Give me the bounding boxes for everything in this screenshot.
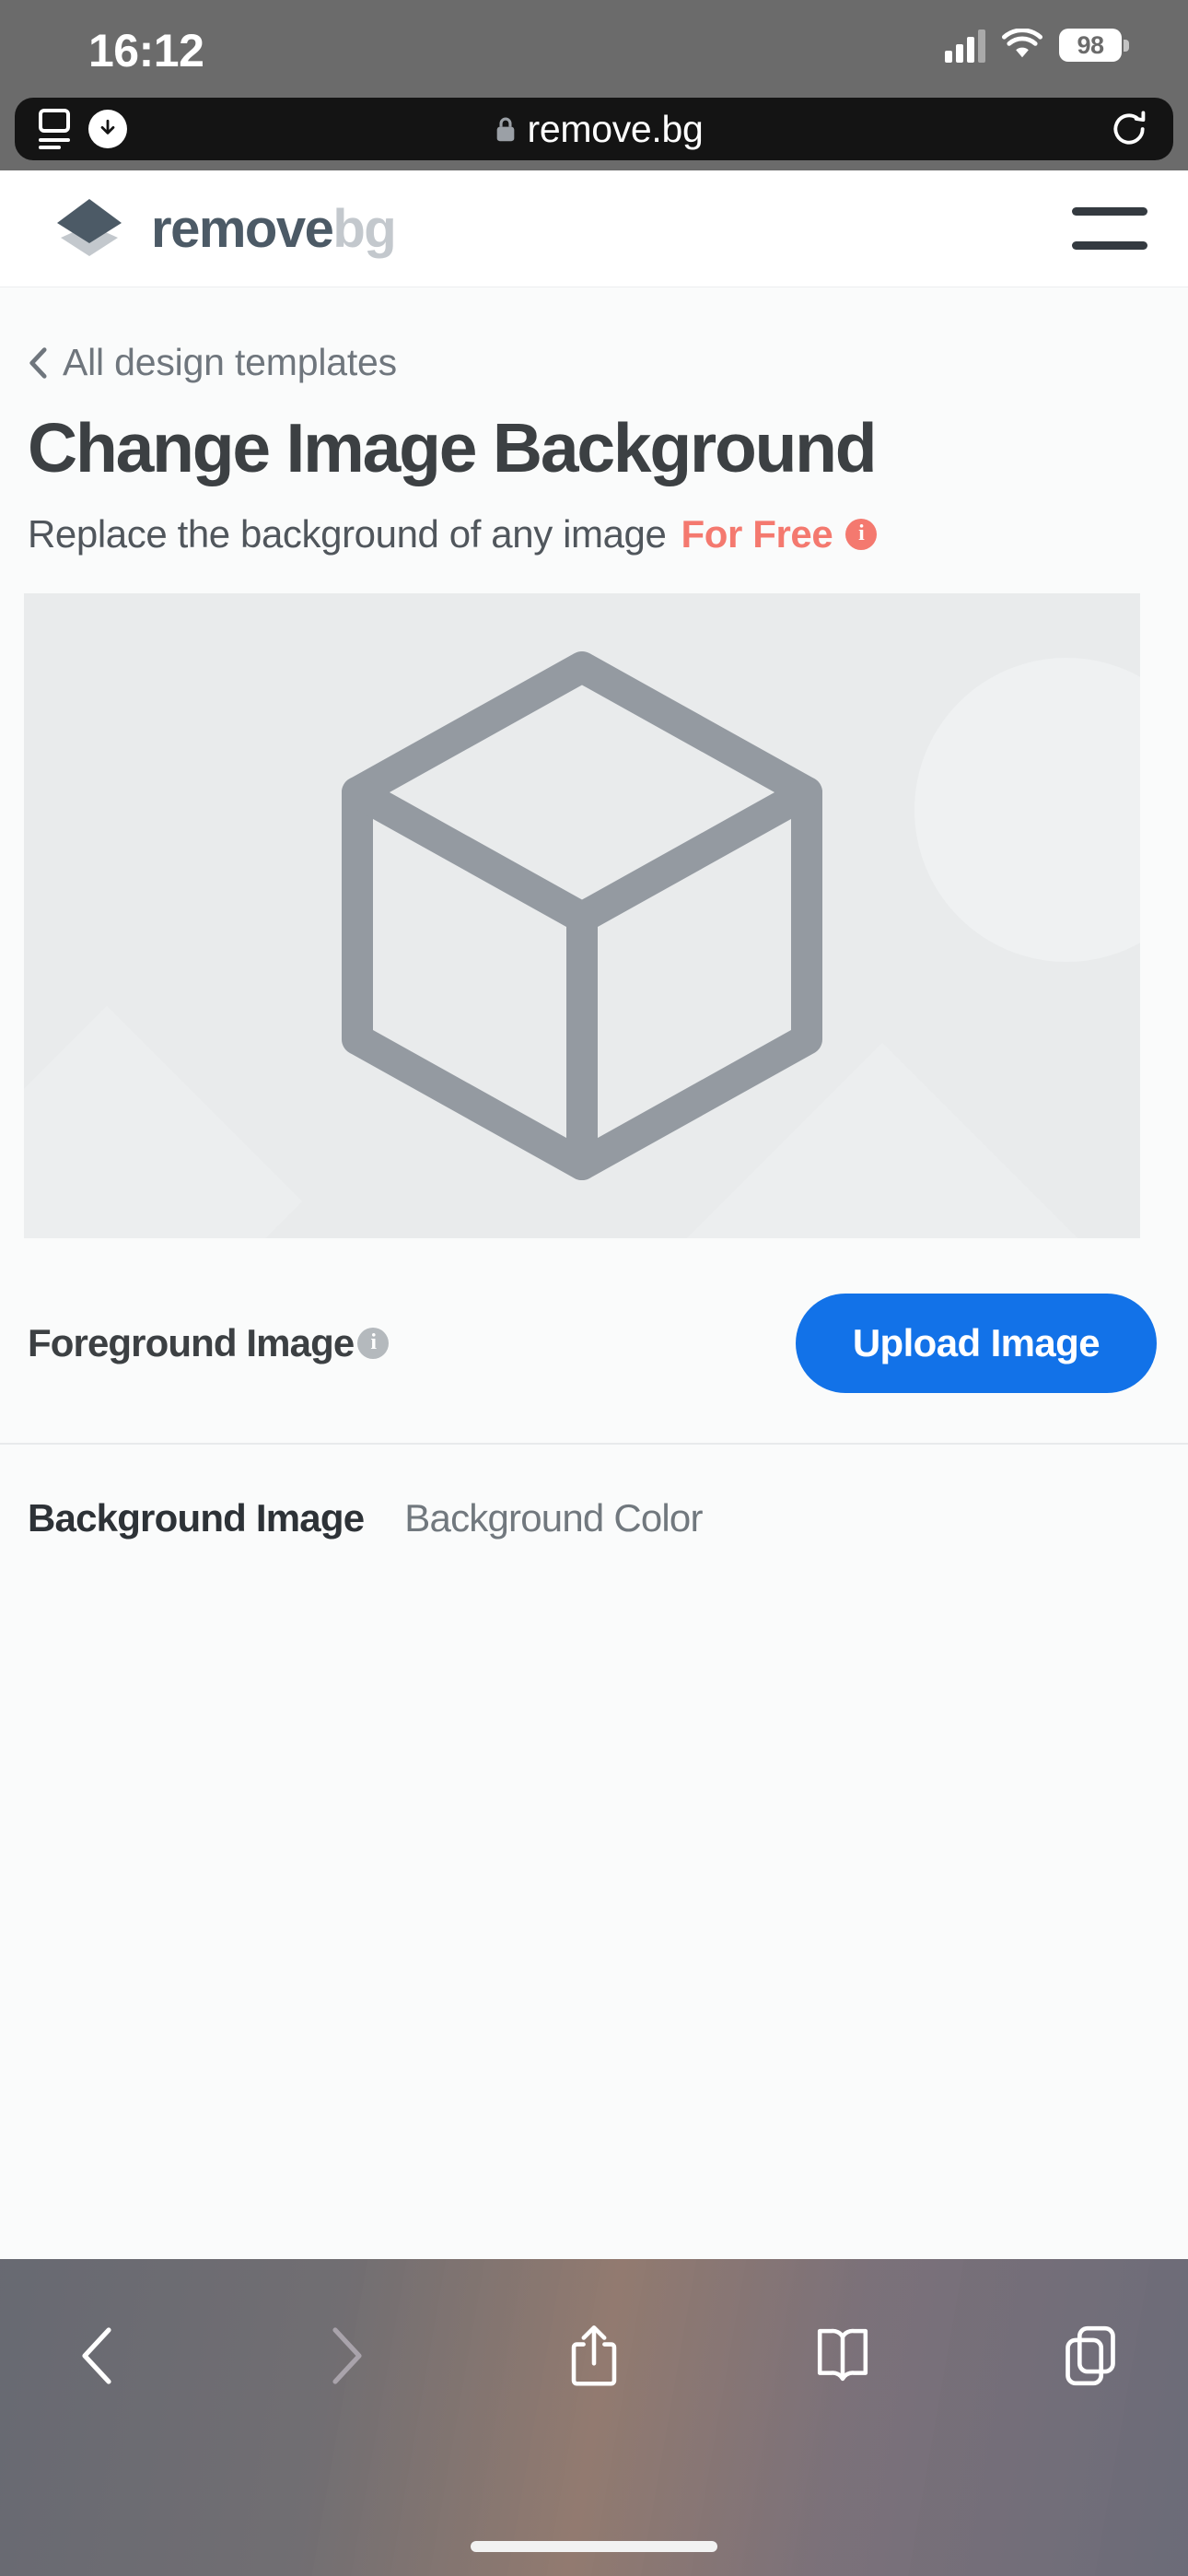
foreground-image-row: Foreground Image i Upload Image: [0, 1237, 1188, 1443]
tab-background-image[interactable]: Background Image: [28, 1496, 365, 1540]
status-bar: 16:12 98: [0, 0, 1188, 92]
reload-icon[interactable]: [1109, 109, 1149, 149]
wifi-icon: [1002, 29, 1042, 58]
page-title: Change Image Background: [28, 409, 878, 486]
tabs-icon: [1066, 2325, 1115, 2386]
book-icon: [817, 2328, 868, 2382]
free-badge: For Free: [681, 511, 833, 556]
info-icon[interactable]: i: [357, 1327, 390, 1359]
breadcrumb-label: All design templates: [63, 341, 397, 383]
layers-diamond-logo: [57, 199, 122, 256]
brand-primary: remove: [151, 198, 334, 259]
tab-background-color[interactable]: Background Color: [404, 1496, 703, 1540]
tabs-button[interactable]: [1048, 2313, 1133, 2398]
toolbar-buttons: [0, 2259, 1188, 2453]
chevron-right-icon: [332, 2327, 362, 2384]
share-button[interactable]: [552, 2313, 636, 2398]
cube-placeholder-icon: [342, 650, 822, 1180]
page-content: All design templates Change Image Backgr…: [0, 287, 1188, 2259]
chevron-left-icon: [82, 2327, 111, 2384]
info-icon[interactable]: i: [845, 518, 878, 550]
bookmarks-button[interactable]: [800, 2313, 885, 2398]
browser-bottom-toolbar: [0, 2259, 1188, 2576]
subtitle-text: Replace the background of any image: [28, 511, 667, 556]
battery-level: 98: [1077, 30, 1104, 59]
forward-button[interactable]: [304, 2313, 389, 2398]
url-display[interactable]: remove.bg: [90, 108, 1109, 151]
home-indicator: [471, 2541, 717, 2552]
image-preview-area[interactable]: [24, 592, 1140, 1238]
reader-view-icon[interactable]: [35, 109, 74, 149]
browser-chrome: 16:12 98 remove.bg: [0, 0, 1188, 170]
status-bar-time: 16:12: [88, 25, 204, 76]
cellular-bars-icon: [945, 28, 985, 63]
battery-icon: 98: [1059, 29, 1129, 62]
page-subtitle: Replace the background of any image For …: [28, 512, 1160, 556]
foreground-label-text: Foreground Image: [28, 1320, 355, 1364]
lock-icon: [497, 117, 515, 142]
breadcrumb[interactable]: All design templates: [28, 341, 1160, 384]
chevron-left-icon: [29, 346, 47, 379]
back-button[interactable]: [55, 2313, 140, 2398]
site-header: removebg: [0, 170, 1188, 287]
preview-wrapper: [0, 592, 1188, 1238]
upload-image-button[interactable]: Upload Image: [795, 1293, 1157, 1393]
background-tabs: Background Image Background Color: [0, 1444, 1188, 1540]
hero-section: All design templates Change Image Backgr…: [0, 287, 1188, 593]
brand-wordmark: removebg: [151, 198, 397, 260]
url-bar[interactable]: remove.bg: [15, 98, 1173, 160]
hamburger-menu-icon[interactable]: [1072, 207, 1147, 250]
decor-circle: [914, 657, 1140, 962]
brand-secondary: bg: [332, 198, 396, 259]
decor-triangle: [24, 1005, 303, 1238]
phone-screen: 16:12 98 remove.bg removebg All design t…: [0, 0, 1188, 2576]
foreground-image-label: Foreground Image i: [28, 1320, 390, 1365]
status-bar-indicators: 98: [945, 28, 1129, 63]
brand-logo-link[interactable]: removebg: [52, 195, 397, 262]
url-text: remove.bg: [527, 107, 704, 150]
share-icon: [571, 2325, 617, 2386]
